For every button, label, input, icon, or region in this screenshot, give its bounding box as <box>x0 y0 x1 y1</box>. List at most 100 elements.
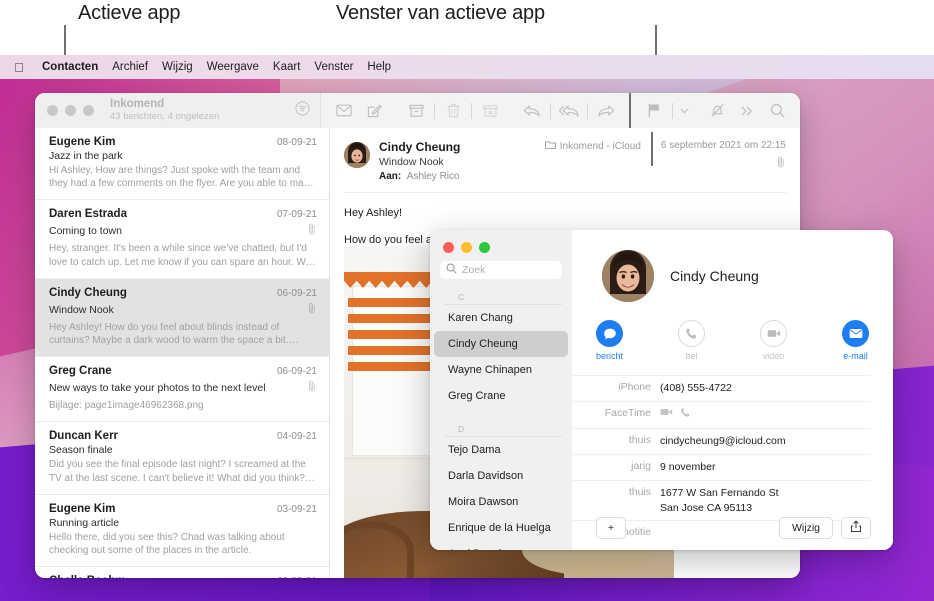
mail-mailbox-title: Inkomend <box>110 98 165 111</box>
menu-item-kaart[interactable]: Kaart <box>273 61 301 73</box>
message-subject: New ways to take your photos to the next… <box>49 382 266 395</box>
message-list-item[interactable]: Greg Crane 06-09-21 New ways to take you… <box>35 357 329 423</box>
contacts-sidebar: Zoek C Karen Chang Cindy Cheung Wayne Ch… <box>430 230 572 550</box>
contact-field-email[interactable]: thuis cindycheung9@icloud.com <box>572 429 871 455</box>
filter-icon[interactable] <box>295 100 310 121</box>
message-list[interactable]: Eugene Kim 08-09-21 Jazz in the park Hi … <box>35 128 330 578</box>
message-list-item-selected[interactable]: Cindy Cheung 06-09-21 Window Nook Hey As… <box>35 278 329 358</box>
phone-icon[interactable] <box>680 407 691 423</box>
menu-item-weergave[interactable]: Weergave <box>207 61 259 73</box>
apple-logo-icon[interactable]:  <box>10 61 28 74</box>
contact-field-value: (408) 555-4722 <box>660 382 732 394</box>
reply-icon[interactable] <box>517 104 547 118</box>
message-date: 04-09-21 <box>276 431 317 443</box>
delete-icon[interactable] <box>438 103 468 118</box>
contact-list-item-selected[interactable]: Cindy Cheung <box>434 331 568 357</box>
contact-field-iphone[interactable]: iPhone (408) 555-4722 <box>572 375 871 402</box>
contact-quick-actions: bericht bel video e-mail <box>572 320 893 361</box>
contact-detail-panel: Cindy Cheung bericht bel video e-mail iP… <box>572 230 893 550</box>
contact-list-item[interactable]: Anuj Desai <box>434 541 568 550</box>
contact-action-label: bel <box>685 351 698 361</box>
share-button[interactable] <box>841 517 871 539</box>
mail-minimize-button[interactable] <box>65 105 76 116</box>
flag-icon[interactable] <box>639 103 669 118</box>
mail-mailbox-subtitle: 43 berichten, 4 ongelezen <box>110 110 220 122</box>
contact-list-item[interactable]: Tejo Dama <box>434 437 568 463</box>
contact-action-email[interactable]: e-mail <box>833 320 879 361</box>
message-view-to-value: Ashley Rico <box>406 171 460 182</box>
menu-item-help[interactable]: Help <box>367 61 391 73</box>
contact-field-birthday[interactable]: jarig 9 november <box>572 455 871 481</box>
video-camera-icon[interactable] <box>660 407 673 422</box>
menu-bar:  Contacten Archief Wijzig Weergave Kaar… <box>0 55 934 79</box>
more-icon[interactable] <box>732 105 762 117</box>
contact-field-value: 9 november <box>660 460 716 473</box>
contact-list-item[interactable]: Enrique de la Huelga <box>434 515 568 541</box>
message-list-item[interactable]: Daren Estrada 07-09-21 Coming to town He… <box>35 200 329 279</box>
contacts-traffic-lights[interactable] <box>430 230 572 261</box>
paperclip-icon <box>307 222 317 240</box>
mail-mailbox-header: Inkomend 43 berichten, 4 ongelezen <box>35 93 321 128</box>
contact-field-facetime[interactable]: FaceTime <box>572 402 871 429</box>
paperclip-icon <box>307 379 317 397</box>
contact-action-label: e-mail <box>843 351 868 361</box>
message-date: 06-09-21 <box>276 287 317 299</box>
contact-action-bel[interactable]: bel <box>669 320 715 361</box>
envelope-icon <box>842 320 869 347</box>
mail-zoom-button[interactable] <box>83 105 94 116</box>
contact-list-item[interactable]: Darla Davidson <box>434 463 568 489</box>
junk-icon[interactable] <box>475 104 505 118</box>
edit-contact-button[interactable]: Wijzig <box>779 517 833 539</box>
contact-action-bericht[interactable]: bericht <box>587 320 633 361</box>
mark-unread-icon[interactable] <box>329 104 359 117</box>
contact-list-item[interactable]: Wayne Chinapen <box>434 357 568 383</box>
message-view-header: Cindy Cheung Window Nook Aan: Ashley Ric… <box>330 128 800 190</box>
archive-icon[interactable] <box>401 104 431 118</box>
message-preview: Hi Ashley, How are things? Just spoke wi… <box>49 165 315 190</box>
contact-list-item[interactable]: Greg Crane <box>434 383 568 409</box>
contact-list-item[interactable]: Moira Dawson <box>434 489 568 515</box>
mute-icon[interactable] <box>702 103 732 118</box>
message-list-item[interactable]: Duncan Kerr 04-09-21 Season finale Did y… <box>35 422 329 495</box>
mail-traffic-lights[interactable] <box>47 105 94 116</box>
chevron-down-icon[interactable] <box>676 108 692 114</box>
paperclip-icon <box>661 155 786 173</box>
menu-item-wijzig[interactable]: Wijzig <box>162 61 193 73</box>
paperclip-icon <box>307 301 317 319</box>
contact-action-label: bericht <box>595 351 623 361</box>
contact-name: Cindy Cheung <box>670 268 759 284</box>
add-contact-button[interactable]: + <box>596 517 626 539</box>
message-preview: Bijlage: page1image46962368.png <box>49 400 204 412</box>
message-view-sender: Cindy Cheung <box>379 140 461 154</box>
reply-all-icon[interactable] <box>554 104 584 118</box>
screenshot-root: Actieve app Venster van actieve app  Co… <box>0 0 934 601</box>
contacts-minimize-button[interactable] <box>461 242 472 253</box>
contacts-search-field[interactable]: Zoek <box>440 261 562 279</box>
search-icon[interactable] <box>762 103 792 118</box>
message-subject: Jazz in the park <box>49 150 123 162</box>
compose-icon[interactable] <box>359 103 389 118</box>
search-icon <box>446 261 457 279</box>
contacts-group-header-c: C <box>444 287 562 305</box>
message-list-item[interactable]: Eugene Kim 03-09-21 Running article Hell… <box>35 495 329 568</box>
message-list-item[interactable]: Chella Boehm 03-09-21 Thank you Everythi… <box>35 567 329 578</box>
contact-list-item[interactable]: Karen Chang <box>434 305 568 331</box>
contacts-close-button[interactable] <box>443 242 454 253</box>
contact-field-label: iPhone <box>618 381 651 393</box>
mail-close-button[interactable] <box>47 105 58 116</box>
message-list-item[interactable]: Eugene Kim 08-09-21 Jazz in the park Hi … <box>35 128 329 201</box>
contacts-zoom-button[interactable] <box>479 242 490 253</box>
message-view-timestamp: 6 september 2021 om 22:15 <box>660 140 786 151</box>
menu-item-contacten[interactable]: Contacten <box>42 61 98 73</box>
contact-action-video[interactable]: video <box>751 320 797 361</box>
menu-item-archief[interactable]: Archief <box>112 61 148 73</box>
contact-field-value: cindycheung9@icloud.com <box>660 434 786 447</box>
contact-field-value <box>660 407 691 423</box>
message-subject: Window Nook <box>49 303 114 316</box>
forward-icon[interactable] <box>591 104 621 118</box>
toolbar-divider <box>629 93 631 128</box>
message-view-divider <box>650 132 653 166</box>
contacts-window: Zoek C Karen Chang Cindy Cheung Wayne Ch… <box>430 230 893 550</box>
message-date: 07-09-21 <box>276 209 317 221</box>
menu-item-venster[interactable]: Venster <box>314 61 353 73</box>
